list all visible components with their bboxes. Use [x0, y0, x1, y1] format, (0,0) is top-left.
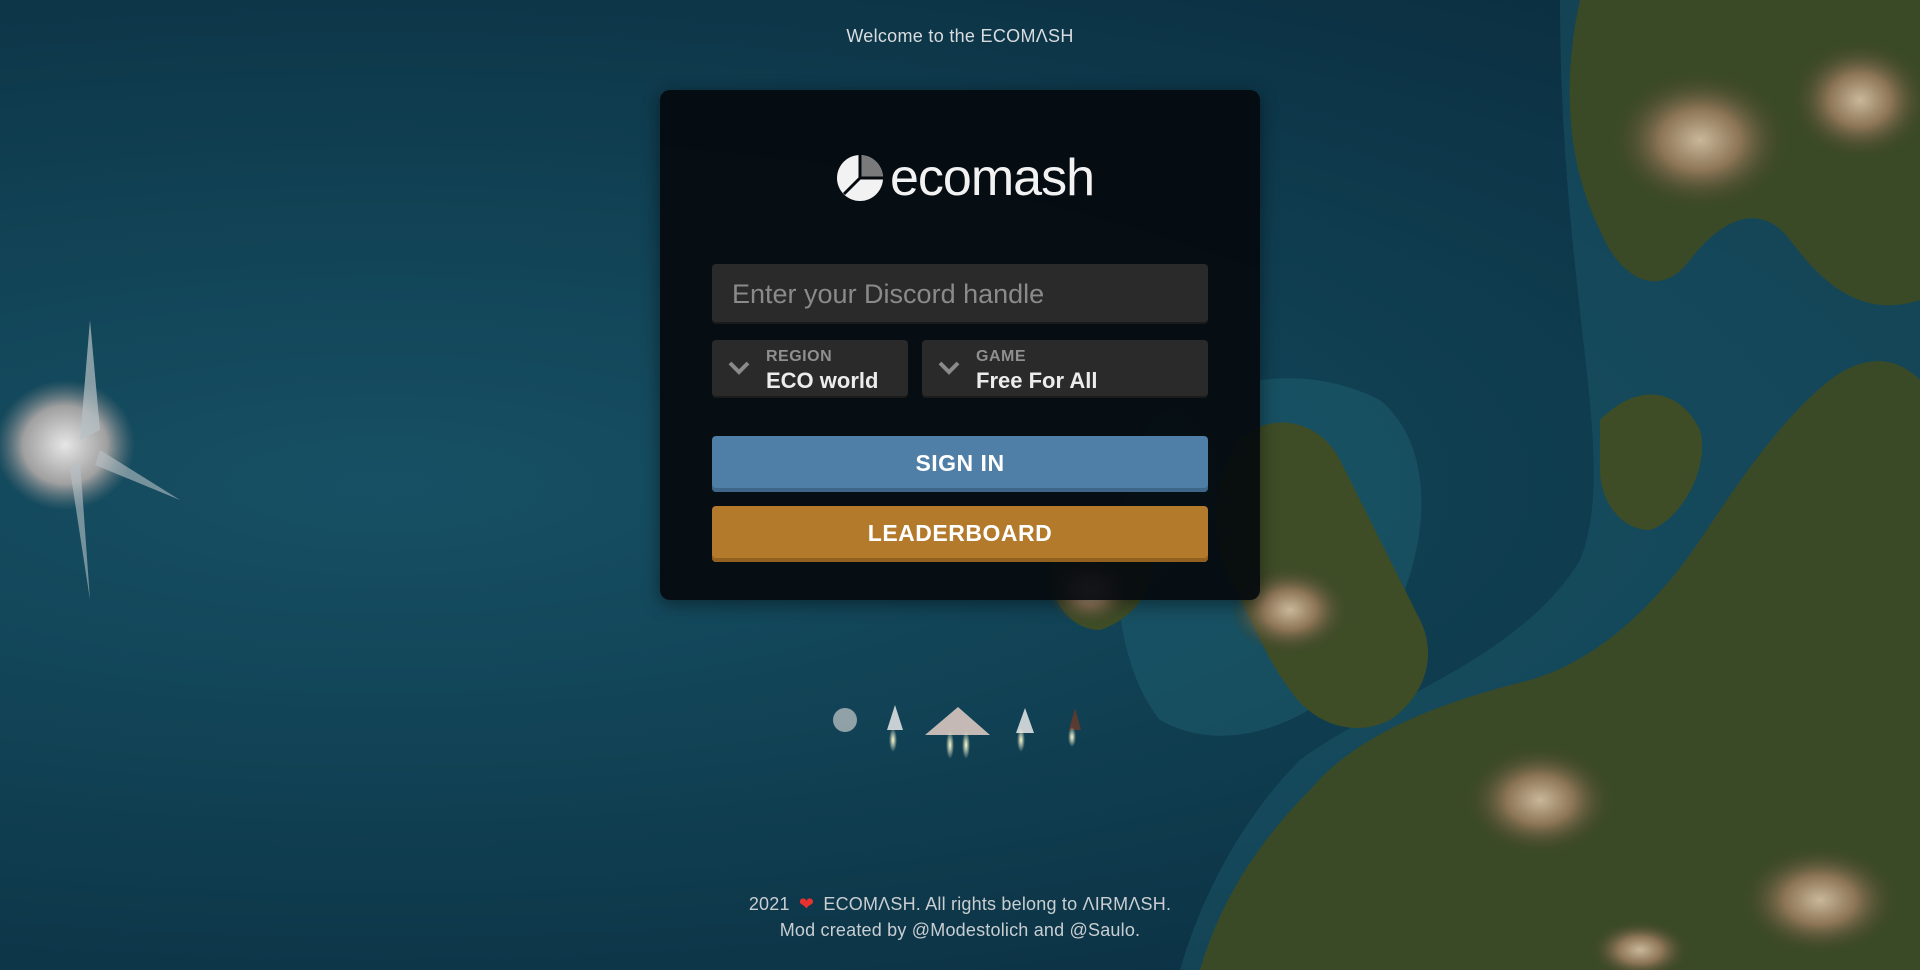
login-panel: ecomash REGION ECO world GAME Free For A…	[660, 90, 1260, 600]
footer-credits: Mod created by @Modestolich and @Saulo.	[779, 920, 1141, 940]
aircraft-group	[833, 705, 1081, 759]
chevron-down-icon	[938, 361, 960, 375]
ecomash-logo-icon	[837, 155, 883, 201]
ecomash-logo: ecomash	[836, 149, 1095, 207]
heart-icon: ❤	[798, 894, 815, 914]
game-label: GAME	[976, 348, 1026, 365]
footer-year: 2021	[748, 894, 790, 914]
discord-handle-input[interactable]	[712, 264, 1208, 324]
game-value: Free For All	[976, 368, 1098, 393]
game-select[interactable]: GAME Free For All	[922, 340, 1208, 398]
welcome-heading: Welcome to the ECOMΛSH	[846, 26, 1074, 46]
region-select[interactable]: REGION ECO world	[712, 340, 908, 398]
logo-text: ecomash	[890, 149, 1095, 207]
sign-in-button[interactable]: SIGN IN	[712, 436, 1208, 492]
footer-copyright: 2021 ❤ ECOMΛSH. All rights belong to ΛIR…	[0, 894, 1920, 915]
footer-rights: ECOMΛSH. All rights belong to ΛIRMΛSH.	[823, 894, 1172, 914]
region-value: ECO world	[766, 368, 879, 393]
leaderboard-button[interactable]: LEADERBOARD	[712, 506, 1208, 562]
chevron-down-icon	[728, 361, 750, 375]
region-label: REGION	[766, 348, 833, 365]
